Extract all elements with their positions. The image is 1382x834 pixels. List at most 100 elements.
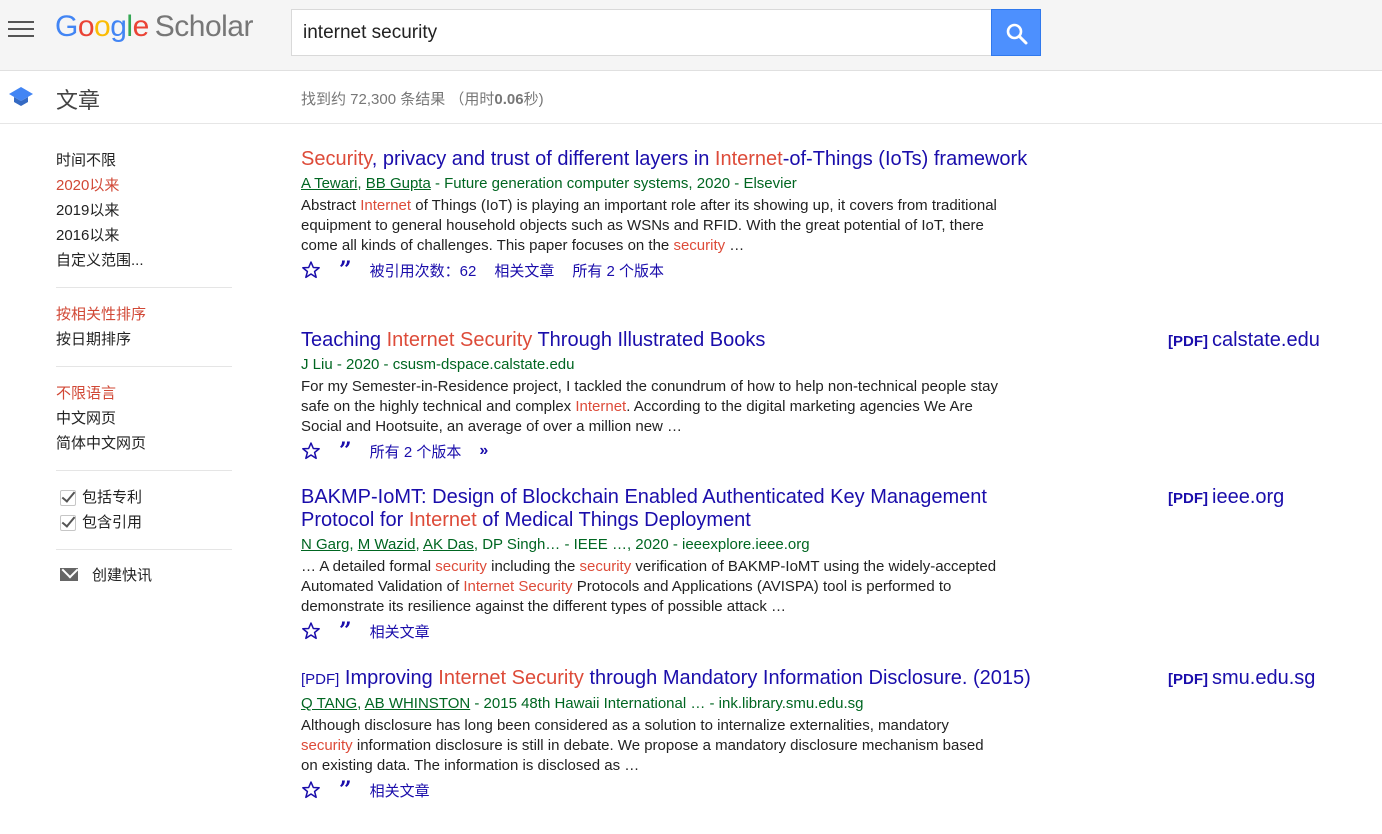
pdf-side-link[interactable]: [PDF] calstate.edu [1168, 329, 1320, 353]
divider [56, 287, 232, 288]
result-actions: ” 所有 2 个版本 » [301, 440, 1036, 462]
search-result: BAKMP-IoMT: Design of Blockchain Enabled… [301, 486, 1284, 642]
search-result: Security, privacy and trust of different… [301, 148, 1036, 281]
create-alert-label: 创建快讯 [92, 567, 153, 584]
result-snippet: Abstract Internet of Things (IoT) is pla… [301, 196, 1001, 256]
title-text: Through Illustrated Books [532, 329, 766, 351]
snippet-text: Abstract [301, 197, 361, 214]
title-highlight: Internet [408, 509, 477, 531]
checkbox-label: 包含引用 [82, 514, 143, 531]
language-option-2[interactable]: 简体中文网页 [56, 431, 232, 456]
result-actions: ” 被引用次数：62 相关文章 所有 2 个版本 [301, 259, 1036, 281]
snippet-highlight: security [301, 737, 353, 754]
snippet-highlight: security [435, 558, 487, 575]
time-filter-3[interactable]: 2016以来 [56, 223, 232, 248]
checkbox-label: 包括专利 [82, 489, 143, 506]
author-link[interactable]: BB Gupta [366, 175, 431, 192]
checkbox-row-0[interactable]: 包括专利 [56, 485, 232, 510]
time-filter-1[interactable]: 2020以来 [56, 173, 232, 198]
result-title-link[interactable]: BAKMP-IoMT: Design of Blockchain Enabled… [301, 486, 1036, 532]
meta-source: J Liu - 2020 - csusm-dspace.calstate.edu [301, 356, 575, 373]
result-snippet: For my Semester-in-Residence project, I … [301, 377, 1001, 437]
pdf-tag: [PDF] [1168, 490, 1208, 507]
snippet-text: including the [486, 558, 580, 575]
sub-header: 文章 找到约 72,300 条结果 （用时0.06秒) [0, 71, 1382, 124]
result-snippet: Although disclosure has long been consid… [301, 716, 1001, 776]
pdf-tag: [PDF] [1168, 333, 1208, 350]
author-link[interactable]: N Garg [301, 536, 349, 553]
checkbox-row-1[interactable]: 包含引用 [56, 510, 232, 535]
time-filter-2[interactable]: 2019以来 [56, 198, 232, 223]
more-options-icon[interactable]: » [479, 442, 488, 460]
author-link[interactable]: A Tewari [301, 175, 357, 192]
snippet-text: … [725, 237, 745, 254]
sort-option-1[interactable]: 按日期排序 [56, 327, 232, 352]
divider [56, 549, 232, 550]
time-filter-0[interactable]: 时间不限 [56, 148, 232, 173]
graduation-cap-icon [9, 87, 33, 106]
result-meta: A Tewari, BB Gupta - Future generation c… [301, 175, 797, 192]
result-actions: ” 相关文章 [301, 779, 1036, 801]
title-highlight: Internet Security [386, 329, 533, 351]
hamburger-menu-icon[interactable] [8, 21, 34, 39]
cite-quote-icon[interactable]: ” [339, 620, 352, 642]
author-link[interactable]: Q TANG [301, 695, 357, 712]
result-action-link[interactable]: 所有 2 个版本 [572, 260, 664, 281]
title-highlight: Internet Security [438, 667, 584, 689]
title-highlight: Security [301, 148, 372, 170]
sidebar: 时间不限 2020以来 2019以来 2016以来 自定义范围... 按相关性排序 按日期… [56, 148, 232, 585]
envelope-icon [60, 568, 78, 581]
title-text: of Medical Things Deployment [476, 509, 751, 531]
result-title-link[interactable]: Teaching Internet Security Through Illus… [301, 329, 1036, 352]
search-icon [1006, 23, 1028, 45]
snippet-text: … A detailed formal [301, 558, 436, 575]
checkbox-checked[interactable] [60, 489, 76, 506]
cite-quote-icon[interactable]: ” [339, 259, 352, 281]
search-result: Teaching Internet Security Through Illus… [301, 329, 1320, 462]
snippet-highlight: Internet Security [463, 578, 573, 595]
search-box [291, 9, 992, 56]
author-link[interactable]: AB WHINSTON [365, 695, 471, 712]
search-result: [PDF] Improving Internet Security throug… [301, 667, 1315, 801]
result-action-link[interactable]: 相关文章 [494, 260, 554, 281]
save-star-icon[interactable] [301, 260, 321, 280]
pdf-domain: calstate.edu [1212, 329, 1320, 351]
language-option-0[interactable]: 不限语言 [56, 381, 232, 406]
result-actions: ” 相关文章 [301, 620, 1036, 642]
checkbox-group: 包括专利 包含引用 [56, 485, 232, 535]
pdf-side-link[interactable]: [PDF] smu.edu.sg [1168, 667, 1315, 691]
save-star-icon[interactable] [301, 621, 321, 641]
author-link[interactable]: M Wazid [358, 536, 416, 553]
save-star-icon[interactable] [301, 441, 321, 461]
snippet-highlight: security [579, 558, 632, 575]
author-link[interactable]: AK Das [423, 536, 474, 553]
sort-filter-group: 按相关性排序 按日期排序 [56, 302, 232, 352]
language-option-1[interactable]: 中文网页 [56, 406, 232, 431]
cite-quote-icon[interactable]: ” [339, 779, 352, 801]
pdf-domain: smu.edu.sg [1212, 667, 1316, 689]
result-action-link[interactable]: 相关文章 [370, 621, 430, 642]
checkbox-checked[interactable] [60, 514, 76, 531]
result-action-link[interactable]: 所有 2 个版本 [370, 441, 462, 462]
sort-option-0[interactable]: 按相关性排序 [56, 302, 232, 327]
divider [56, 470, 232, 471]
top-bar: Google Scholar [0, 0, 1382, 71]
time-filter-4[interactable]: 自定义范围... [56, 248, 232, 273]
result-title-link[interactable]: [PDF] Improving Internet Security throug… [301, 667, 1036, 691]
meta-source: - Future generation computer systems, 20… [430, 175, 797, 192]
section-title: 文章 [56, 88, 101, 113]
title-text: , privacy and trust of different layers … [371, 148, 715, 170]
pdf-side-link[interactable]: [PDF] ieee.org [1168, 486, 1284, 510]
result-count: 找到约 72,300 条结果 （用时0.06秒) [301, 91, 544, 108]
meta-source: , DP Singh… - IEEE …, 2020 - ieeexplore.… [473, 536, 810, 553]
google-scholar-logo[interactable]: Google Scholar [55, 10, 253, 44]
search-button[interactable] [991, 9, 1041, 56]
search-input[interactable] [292, 10, 992, 55]
cite-quote-icon[interactable]: ” [339, 440, 352, 462]
snippet-highlight: security [673, 237, 726, 254]
save-star-icon[interactable] [301, 780, 321, 800]
result-title-link[interactable]: Security, privacy and trust of different… [301, 148, 1036, 171]
create-alert-link[interactable]: 创建快讯 [56, 564, 232, 585]
result-action-link[interactable]: 被引用次数：62 [370, 260, 477, 281]
result-action-link[interactable]: 相关文章 [370, 780, 430, 801]
